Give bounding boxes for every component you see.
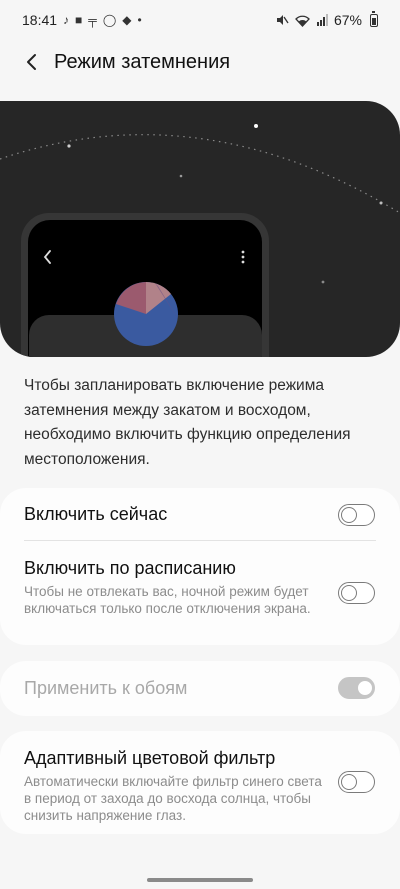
star-icon <box>179 174 183 178</box>
adaptive-filter-row[interactable]: Адаптивный цветовой фильтр Автоматически… <box>24 748 376 824</box>
scheduled-row[interactable]: Включить по расписанию Чтобы не отвлекат… <box>24 558 376 617</box>
dot-icon: • <box>137 13 142 27</box>
star-icon <box>321 280 325 284</box>
settings-card-main: Включить сейчас Включить по расписанию Ч… <box>0 488 400 645</box>
tiktok-icon: ♪ <box>63 13 70 27</box>
apply-wallpaper-row[interactable]: Применить к обоям <box>24 678 376 699</box>
battery-icon <box>370 10 378 27</box>
apply-wallpaper-toggle[interactable] <box>338 677 375 699</box>
signal-icon <box>316 14 328 26</box>
turn-on-now-toggle[interactable] <box>338 504 375 526</box>
star-icon <box>67 144 71 148</box>
page-title: Режим затемнения <box>54 50 231 73</box>
mute-icon <box>276 15 289 25</box>
divider <box>24 540 376 541</box>
status-time: 18:41 <box>22 12 58 28</box>
circle-icon: ◯ <box>102 13 117 27</box>
apply-wallpaper-label: Применить к обоям <box>24 678 188 698</box>
chevron-left-icon <box>27 54 36 70</box>
toggle-knob <box>340 773 357 790</box>
status-left: 18:41 ♪ ■ ╤ ◯ ◆ • <box>22 12 142 28</box>
bag-icon: ◆ <box>122 13 132 27</box>
night-scene <box>0 124 400 357</box>
settings-card-filter: Адаптивный цветовой фильтр Автоматически… <box>0 731 400 834</box>
adaptive-filter-label: Адаптивный цветовой фильтр <box>24 748 276 768</box>
app-header: Режим затемнения <box>0 40 400 84</box>
adaptive-filter-toggle[interactable] <box>338 771 375 793</box>
scheduled-subtitle: Чтобы не отвлекать вас, ночной режим буд… <box>24 584 311 616</box>
status-bar: 18:41 ♪ ■ ╤ ◯ ◆ • 67% <box>0 0 400 40</box>
pin-icon: ╤ <box>88 13 97 27</box>
star-icon <box>379 201 383 205</box>
message-icon: ■ <box>75 13 83 27</box>
wifi-icon <box>295 15 310 27</box>
toggle-knob <box>340 506 357 523</box>
scheduled-toggle[interactable] <box>338 582 375 604</box>
star-icon <box>254 124 258 128</box>
adaptive-filter-subtitle: Автоматически включайте фильтр синего св… <box>24 774 322 823</box>
status-right: 67% <box>275 10 378 28</box>
back-button[interactable] <box>10 40 54 84</box>
scheduled-label: Включить по расписанию <box>24 558 236 578</box>
turn-on-now-row[interactable]: Включить сейчас <box>24 504 376 525</box>
location-description: Чтобы запланировать включение режима зат… <box>24 377 351 468</box>
kebab-icon <box>241 250 245 254</box>
battery-percent: 67% <box>333 12 362 28</box>
home-indicator[interactable] <box>147 878 253 882</box>
toggle-knob <box>340 584 357 601</box>
toggle-knob <box>356 679 373 696</box>
settings-card-wallpaper: Применить к обоям <box>0 661 400 716</box>
dark-mode-illustration <box>0 101 400 357</box>
turn-on-now-label: Включить сейчас <box>24 504 168 524</box>
moon-icon <box>284 142 348 208</box>
